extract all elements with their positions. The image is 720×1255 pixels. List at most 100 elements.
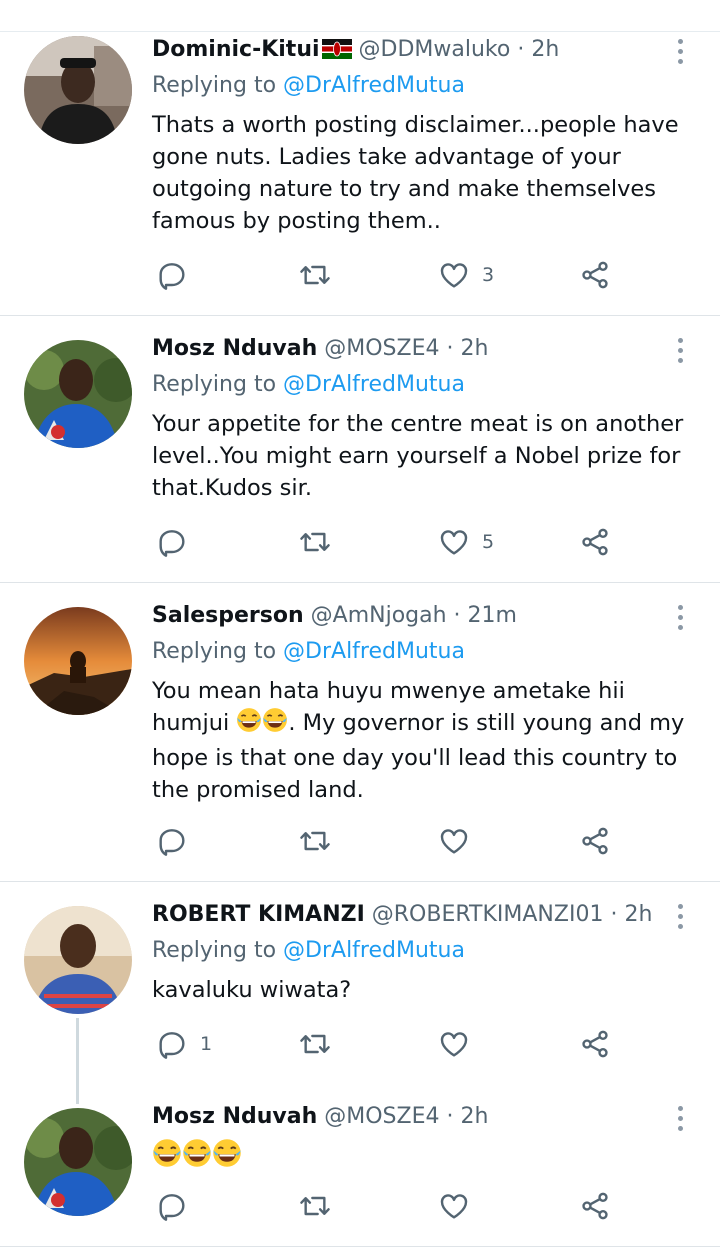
- like-count: 5: [482, 531, 495, 553]
- tears-of-joy-emoji: [236, 707, 288, 742]
- replying-label: Replying to: [152, 73, 277, 98]
- tweet[interactable]: Dominic-Kitui @DDMwaluko · 2h Replying t…: [0, 0, 720, 316]
- mention-link[interactable]: @DrAlfredMutua: [283, 639, 465, 664]
- tweet-header: ROBERT KIMANZI @ROBERTKIMANZI01 · 2h: [152, 900, 652, 930]
- more-vertical-icon[interactable]: [668, 602, 692, 636]
- tweet-text: [152, 1138, 692, 1177]
- replying-to: Replying to @DrAlfredMutua: [152, 637, 465, 667]
- like-button[interactable]: 3: [438, 255, 494, 295]
- display-name[interactable]: Mosz Nduvah: [152, 336, 317, 361]
- like-button[interactable]: [438, 1024, 482, 1064]
- heart-icon: [438, 825, 470, 857]
- tweet-header: Salesperson @AmNjogah · 21m: [152, 601, 517, 631]
- handle[interactable]: @ROBERTKIMANZI01: [372, 902, 604, 927]
- kenya-flag-icon: [321, 38, 352, 68]
- reply-icon: [156, 825, 188, 857]
- retweet-button[interactable]: [298, 1024, 332, 1064]
- tweet[interactable]: ROBERT KIMANZI @ROBERTKIMANZI01 · 2h Rep…: [0, 882, 720, 1082]
- display-name[interactable]: Dominic-Kitui: [152, 37, 320, 62]
- retweet-button[interactable]: [298, 255, 332, 295]
- heart-icon: [438, 1190, 470, 1222]
- handle[interactable]: @MOSZE4: [324, 336, 439, 361]
- tweet[interactable]: Salesperson @AmNjogah · 21m Replying to …: [0, 583, 720, 881]
- retweet-icon: [298, 825, 332, 857]
- mention-link[interactable]: @DrAlfredMutua: [283, 372, 465, 397]
- reply-button[interactable]: [156, 522, 200, 562]
- share-icon: [578, 1028, 612, 1060]
- retweet-button[interactable]: [298, 522, 332, 562]
- heart-icon: [438, 526, 470, 558]
- tweet-text: kavaluku wiwata?: [152, 977, 352, 1003]
- heart-icon: [438, 259, 470, 291]
- like-button[interactable]: [438, 821, 482, 861]
- heart-icon: [438, 1028, 470, 1060]
- timestamp[interactable]: 2h: [531, 37, 559, 62]
- tweet[interactable]: Mosz Nduvah @MOSZE4 · 2h: [0, 1082, 720, 1246]
- replying-label: Replying to: [152, 938, 277, 963]
- like-count: 3: [482, 264, 495, 286]
- replying-label: Replying to: [152, 639, 277, 664]
- share-button[interactable]: [578, 522, 612, 562]
- display-name[interactable]: Mosz Nduvah: [152, 1104, 317, 1129]
- avatar[interactable]: [24, 607, 132, 715]
- tweet-text-end: . My governor is still young and my hope…: [152, 710, 685, 803]
- time-separator: ·: [446, 1104, 454, 1129]
- reply-icon: [156, 259, 188, 291]
- share-icon: [578, 1190, 612, 1222]
- more-vertical-icon[interactable]: [668, 1103, 692, 1137]
- handle[interactable]: @MOSZE4: [324, 1104, 439, 1129]
- tweet-text: Your appetite for the centre meat is on …: [152, 411, 684, 501]
- replying-label: Replying to: [152, 372, 277, 397]
- tweet-header: Dominic-Kitui @DDMwaluko · 2h: [152, 35, 559, 68]
- timestamp[interactable]: 21m: [468, 603, 517, 628]
- reply-button[interactable]: [156, 1186, 200, 1226]
- share-button[interactable]: [578, 1024, 612, 1064]
- more-vertical-icon[interactable]: [668, 36, 692, 70]
- display-name[interactable]: Salesperson: [152, 603, 304, 628]
- like-button[interactable]: [438, 1186, 482, 1226]
- reply-icon: [156, 526, 188, 558]
- timestamp[interactable]: 2h: [624, 902, 652, 927]
- share-button[interactable]: [578, 1186, 612, 1226]
- tears-of-joy-emoji: [152, 1138, 242, 1177]
- tweet-header: Mosz Nduvah @MOSZE4 · 2h: [152, 334, 488, 364]
- replying-to: Replying to @DrAlfredMutua: [152, 71, 465, 101]
- tweet-header: Mosz Nduvah @MOSZE4 · 2h: [152, 1102, 488, 1132]
- more-vertical-icon[interactable]: [668, 901, 692, 935]
- reply-icon: [156, 1028, 188, 1060]
- share-button[interactable]: [578, 255, 612, 295]
- mention-link[interactable]: @DrAlfredMutua: [283, 938, 465, 963]
- retweet-icon: [298, 1028, 332, 1060]
- reply-count: 1: [200, 1033, 213, 1055]
- share-icon: [578, 259, 612, 291]
- time-separator: ·: [610, 902, 618, 927]
- like-button[interactable]: 5: [438, 522, 494, 562]
- retweet-icon: [298, 526, 332, 558]
- reply-button[interactable]: [156, 821, 200, 861]
- retweet-icon: [298, 1190, 332, 1222]
- tweet-text: Thats a worth posting disclaimer...peopl…: [152, 112, 679, 234]
- display-name[interactable]: ROBERT KIMANZI: [152, 902, 365, 927]
- timestamp[interactable]: 2h: [460, 1104, 488, 1129]
- avatar[interactable]: [24, 1108, 132, 1216]
- reply-button[interactable]: [156, 255, 200, 295]
- mention-link[interactable]: @DrAlfredMutua: [283, 73, 465, 98]
- timestamp[interactable]: 2h: [460, 336, 488, 361]
- more-vertical-icon[interactable]: [668, 335, 692, 369]
- reply-icon: [156, 1190, 188, 1222]
- retweet-button[interactable]: [298, 821, 332, 861]
- handle[interactable]: @DDMwaluko: [359, 37, 511, 62]
- share-button[interactable]: [578, 821, 612, 861]
- tweet[interactable]: Mosz Nduvah @MOSZE4 · 2h Replying to @Dr…: [0, 316, 720, 583]
- time-separator: ·: [517, 37, 525, 62]
- handle[interactable]: @AmNjogah: [311, 603, 447, 628]
- avatar[interactable]: [24, 906, 132, 1014]
- reply-button[interactable]: 1: [156, 1024, 212, 1064]
- avatar[interactable]: [24, 36, 132, 144]
- tweet-text: You mean hata huyu mwenye ametake hii hu…: [152, 675, 692, 806]
- avatar[interactable]: [24, 340, 132, 448]
- tweet-divider: [0, 1246, 720, 1247]
- replying-to: Replying to @DrAlfredMutua: [152, 936, 465, 966]
- replying-to: Replying to @DrAlfredMutua: [152, 370, 465, 400]
- retweet-button[interactable]: [298, 1186, 332, 1226]
